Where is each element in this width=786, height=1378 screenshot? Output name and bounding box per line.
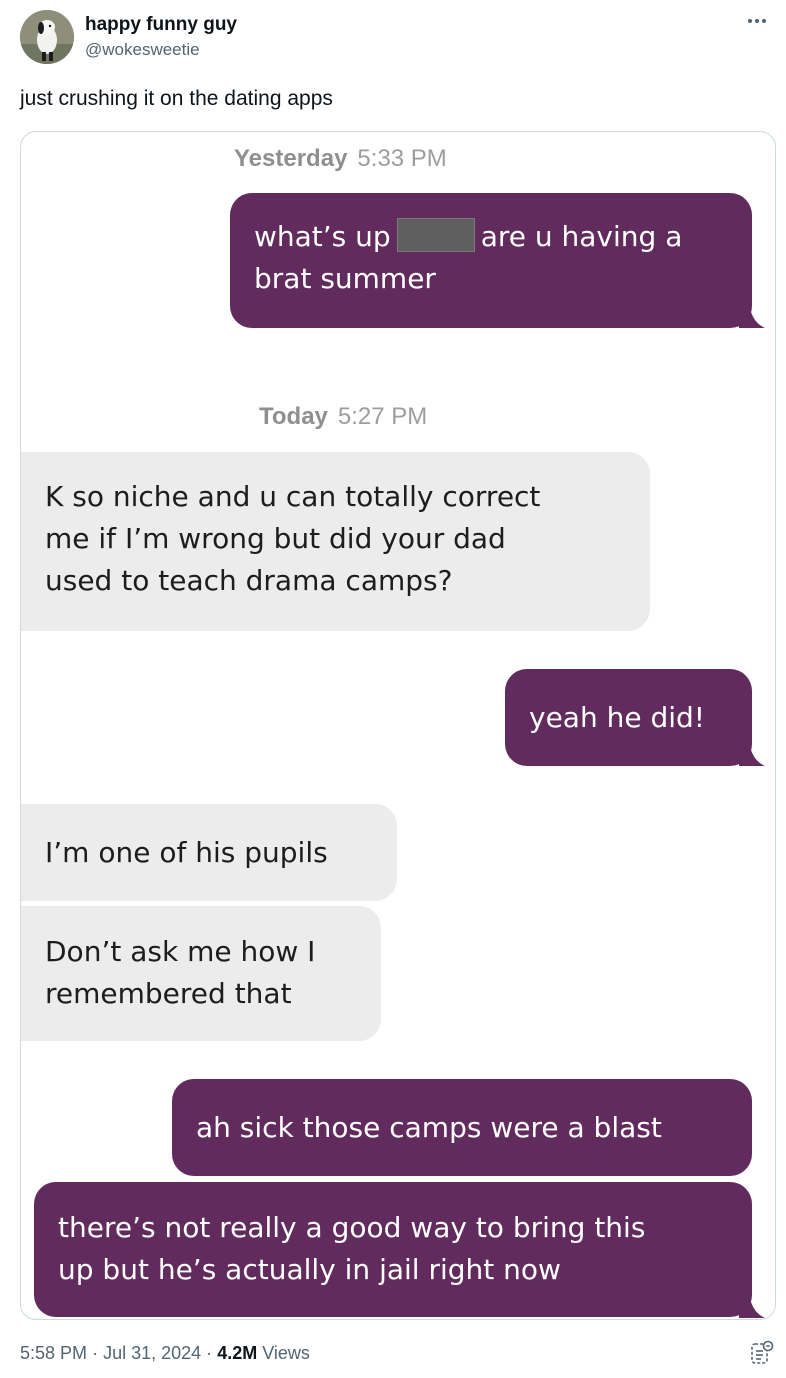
timestamp-time: 5:27 PM [337,403,428,430]
analytics-icon[interactable] [750,1340,774,1366]
message-incoming: K so niche and u can totally correct me … [21,452,650,631]
message-incoming: I’m one of his pupils [21,804,397,901]
bubble-tail [739,740,765,766]
views-label: Views [262,1343,310,1363]
tweet-text: just crushing it on the dating apps [20,87,333,110]
tweet-time[interactable]: 5:58 PM [20,1343,87,1363]
tweet-header: happy funny guy @wokesweetie [20,10,772,66]
separator: · [206,1343,213,1363]
message-outgoing: yeah he did! [505,669,752,766]
separator: · [92,1343,99,1363]
message-incoming: Don’t ask me how I remembered that [21,906,381,1041]
message-text: yeah he did! [529,700,706,734]
user-handle[interactable]: @wokesweetie [85,39,237,61]
views-count: 4.2M [217,1343,258,1363]
message-outgoing: what’s up are u having a brat summer [230,193,752,328]
message-line: there’s not really a good way to bring t… [58,1211,646,1244]
bubble-tail [739,1292,765,1318]
message-outgoing: ah sick those camps were a blast [172,1079,752,1176]
message-text: ah sick those camps were a blast [196,1110,662,1144]
bubble-tail [739,302,765,328]
chat-timestamp: Yesterday 5:33 PM [234,145,447,173]
timestamp-time: 5:33 PM [357,145,447,172]
display-name[interactable]: happy funny guy [85,14,237,36]
tweet-footer: 5:58 PM · Jul 31, 2024 · 4.2M Views [20,1341,310,1365]
message-line: used to teach drama camps? [45,564,453,597]
message-line: up but he’s actually in jail right now [58,1253,561,1286]
tweet-date[interactable]: Jul 31, 2024 [103,1343,201,1363]
message-text: what’s up [254,220,391,253]
redaction-block [396,218,475,252]
message-line: Don’t ask me how I [45,935,316,968]
message-text: I’m one of his pupils [45,835,328,869]
message-line: brat summer [254,262,436,295]
timestamp-day: Yesterday [234,145,348,172]
message-line: K so niche and u can totally correct [45,480,541,513]
message-text: are u having a [480,220,683,253]
avatar[interactable] [20,10,74,64]
message-line: what’s up are u having a [254,216,728,258]
chat-timestamp: Today 5:27 PM [259,403,427,431]
tweet-media-image[interactable]: Yesterday 5:33 PM what’s up are u having a… [20,131,776,1320]
message-line: remembered that [45,977,292,1010]
timestamp-day: Today [259,403,328,430]
message-outgoing: there’s not really a good way to bring t… [34,1182,752,1317]
message-line: me if I’m wrong but did your dad [45,522,506,555]
more-icon[interactable] [742,8,772,34]
